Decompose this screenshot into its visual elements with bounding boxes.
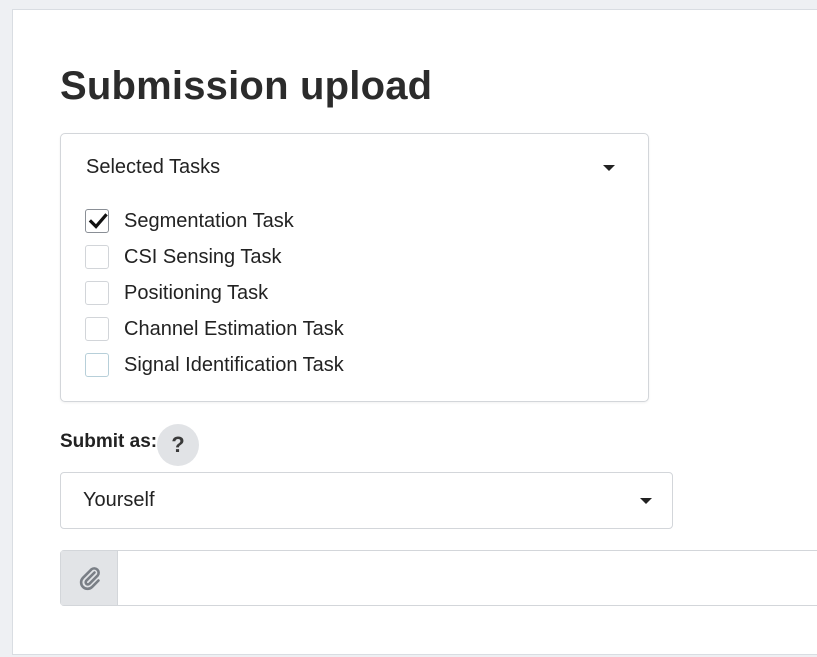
selected-tasks-label: Selected Tasks: [86, 156, 221, 178]
task-label: Channel Estimation Task: [124, 317, 344, 340]
submit-as-label: Submit as:: [60, 431, 158, 452]
selected-tasks-panel: Selected Tasks Segmentation Task CSI Sen…: [60, 133, 649, 402]
checkmark-icon: [88, 213, 108, 229]
task-option-positioning[interactable]: Positioning Task: [85, 275, 344, 311]
paperclip-icon: [79, 567, 100, 591]
task-checkbox[interactable]: [85, 245, 109, 269]
file-upload-field: [60, 550, 817, 606]
task-option-signal-identification[interactable]: Signal Identification Task: [85, 347, 344, 383]
task-option-segmentation[interactable]: Segmentation Task: [85, 203, 344, 239]
selected-tasks-dropdown-toggle[interactable]: Selected Tasks: [61, 134, 648, 200]
task-label: Positioning Task: [124, 281, 269, 304]
submit-as-selected-value: Yourself: [83, 489, 155, 511]
task-option-channel-estimation[interactable]: Channel Estimation Task: [85, 311, 344, 347]
task-checkbox[interactable]: [85, 353, 109, 377]
task-checkbox[interactable]: [85, 281, 109, 305]
caret-down-icon: [603, 165, 615, 171]
attach-file-button[interactable]: [61, 551, 118, 605]
task-option-csi-sensing[interactable]: CSI Sensing Task: [85, 239, 344, 275]
task-label: Signal Identification Task: [124, 353, 344, 376]
submit-as-select[interactable]: Yourself: [60, 472, 673, 529]
page-title: Submission upload: [60, 64, 433, 108]
task-checkbox[interactable]: [85, 209, 109, 233]
caret-down-icon: [640, 498, 652, 504]
task-label: Segmentation Task: [124, 209, 294, 232]
task-label: CSI Sensing Task: [124, 245, 282, 268]
help-button[interactable]: ?: [157, 424, 199, 466]
task-checkbox[interactable]: [85, 317, 109, 341]
task-list: Segmentation Task CSI Sensing Task Posit…: [85, 203, 344, 383]
file-input[interactable]: [118, 551, 817, 605]
